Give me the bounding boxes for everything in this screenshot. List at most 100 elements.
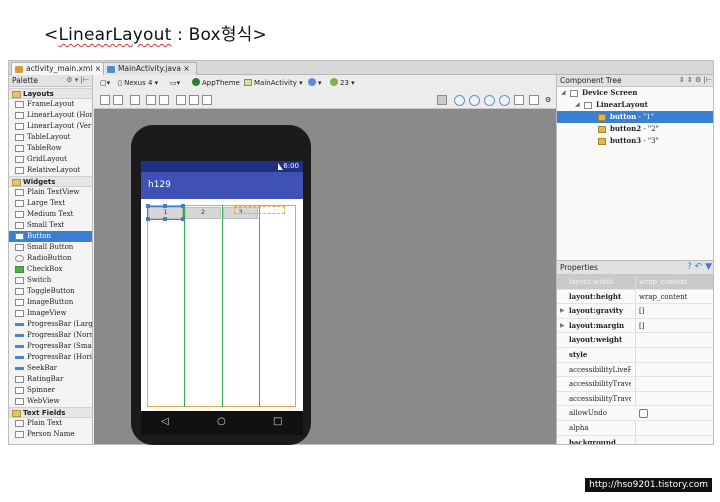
config-dropdown[interactable]: ▢▾ bbox=[100, 78, 110, 89]
property-row[interactable]: style bbox=[557, 347, 713, 363]
pan-icon[interactable] bbox=[437, 95, 447, 105]
palette-category[interactable]: Text Fields bbox=[9, 407, 92, 418]
palette-item[interactable]: TableLayout bbox=[9, 132, 92, 143]
zoom-actual-icon[interactable] bbox=[469, 95, 480, 106]
property-value[interactable] bbox=[635, 333, 713, 348]
property-row[interactable]: layout:width wrap_content bbox=[557, 275, 713, 290]
palette-item[interactable]: Large Text bbox=[9, 198, 92, 209]
property-row[interactable]: allowUndo bbox=[557, 406, 713, 421]
expand-arrow-icon[interactable]: ◢ bbox=[575, 99, 580, 111]
property-row[interactable]: accessibilityLiveReg bbox=[557, 362, 713, 378]
recents-icon[interactable]: □ bbox=[273, 416, 282, 427]
palette-item[interactable]: Medium Text bbox=[9, 209, 92, 220]
property-value[interactable]: [] bbox=[635, 318, 713, 333]
tab-activity-main[interactable]: activity_main.xml × bbox=[11, 62, 109, 75]
grid-icon[interactable] bbox=[130, 95, 140, 105]
tree-node[interactable]: ◢ Device Screen bbox=[557, 87, 713, 99]
palette-item[interactable]: ImageButton bbox=[9, 297, 92, 308]
palette-item[interactable]: TableRow bbox=[9, 143, 92, 154]
orientation-dropdown[interactable]: ▭▾ bbox=[170, 78, 180, 89]
palette-item[interactable]: Small Button bbox=[9, 242, 92, 253]
palette-item[interactable]: ProgressBar (Norm bbox=[9, 330, 92, 341]
palette-item[interactable]: Spinner bbox=[9, 385, 92, 396]
palette-item[interactable]: Plain TextView bbox=[9, 187, 92, 198]
device-dropdown[interactable]: ▯ Nexus 4 ▾ bbox=[118, 78, 158, 89]
settings-gear-icon[interactable]: ⚙ bbox=[545, 95, 551, 106]
property-value[interactable] bbox=[635, 377, 713, 392]
allow-undo-checkbox[interactable] bbox=[639, 409, 648, 419]
palette-item[interactable]: ProgressBar (Horiz bbox=[9, 352, 92, 363]
palette-item[interactable]: ImageView bbox=[9, 308, 92, 319]
palette-item[interactable]: Small Text bbox=[9, 220, 92, 231]
help-icon[interactable]: ? ↶ ▼ bbox=[687, 261, 712, 274]
align-left-icon[interactable] bbox=[176, 95, 186, 105]
property-value[interactable] bbox=[635, 391, 713, 406]
palette-category[interactable]: Widgets bbox=[9, 176, 92, 187]
property-value[interactable] bbox=[635, 347, 713, 362]
expand-arrow-icon[interactable]: ▶ bbox=[560, 319, 565, 333]
property-value[interactable]: [] bbox=[635, 304, 713, 319]
palette-item[interactable]: RelativeLayout bbox=[9, 165, 92, 176]
home-icon[interactable]: ○ bbox=[217, 416, 226, 427]
property-row[interactable]: layout:weight bbox=[557, 333, 713, 348]
api-dropdown[interactable]: 23 ▾ bbox=[330, 78, 355, 89]
locale-dropdown[interactable]: ▾ bbox=[308, 78, 322, 89]
palette-item[interactable]: CheckBox bbox=[9, 264, 92, 275]
expand-arrow-icon[interactable]: ▶ bbox=[560, 304, 565, 318]
palette-item[interactable]: RadioButton bbox=[9, 253, 92, 264]
palette-item[interactable]: SeekBar bbox=[9, 363, 92, 374]
resize-handle[interactable] bbox=[181, 204, 185, 208]
palette-item[interactable]: Button bbox=[9, 231, 92, 242]
tree-options-icon[interactable]: ⇕ ⇕ ⚙ |⊢ bbox=[679, 75, 712, 86]
theme-button[interactable]: AppTheme bbox=[192, 78, 240, 89]
palette-item[interactable]: WebView bbox=[9, 396, 92, 407]
palette-item[interactable]: ProgressBar (Small bbox=[9, 341, 92, 352]
horizontal-layout-icon[interactable] bbox=[100, 95, 110, 105]
gear-icon[interactable]: ⚙ ▾ |⊢ bbox=[66, 75, 89, 86]
palette-item[interactable]: LinearLayout (Horiz bbox=[9, 110, 92, 121]
property-row[interactable]: alpha bbox=[557, 420, 713, 436]
property-value[interactable] bbox=[635, 435, 713, 444]
screenshot-icon[interactable] bbox=[514, 95, 524, 105]
close-icon[interactable]: × bbox=[183, 64, 189, 73]
close-icon[interactable]: × bbox=[95, 64, 101, 73]
zoom-out-icon[interactable] bbox=[499, 95, 510, 106]
property-row[interactable]: accessibilityTravers bbox=[557, 391, 713, 407]
activity-dropdown[interactable]: MainActivity ▾ bbox=[244, 78, 303, 89]
property-value[interactable] bbox=[635, 420, 713, 435]
palette-item[interactable]: RatingBar bbox=[9, 374, 92, 385]
back-icon[interactable]: ◁ bbox=[161, 416, 169, 427]
fill-width-icon[interactable] bbox=[146, 95, 156, 105]
property-row[interactable]: ▶ layout:margin [] bbox=[557, 318, 713, 334]
zoom-in-icon[interactable] bbox=[484, 95, 495, 106]
property-row[interactable]: background bbox=[557, 435, 713, 444]
resize-handle[interactable] bbox=[163, 217, 167, 221]
tree-node[interactable]: button2 - "2" bbox=[557, 123, 713, 135]
palette-item[interactable]: Plain Text bbox=[9, 418, 92, 429]
palette-item[interactable]: Person Name bbox=[9, 429, 92, 440]
property-value[interactable] bbox=[635, 362, 713, 377]
expand-arrow-icon[interactable]: ◢ bbox=[561, 87, 566, 99]
property-row[interactable]: ▶ layout:gravity [] bbox=[557, 304, 713, 319]
vertical-layout-icon[interactable] bbox=[113, 95, 123, 105]
resize-handle[interactable] bbox=[146, 204, 150, 208]
palette-item[interactable]: Switch bbox=[9, 275, 92, 286]
property-value[interactable]: wrap_content bbox=[635, 289, 713, 304]
resize-handle[interactable] bbox=[163, 204, 167, 208]
resize-handle[interactable] bbox=[146, 217, 150, 221]
palette-category[interactable]: Layouts bbox=[9, 88, 92, 99]
palette-item[interactable]: ToggleButton bbox=[9, 286, 92, 297]
property-row[interactable]: accessibilityTravers bbox=[557, 377, 713, 392]
tree-node[interactable]: button3 - "3" bbox=[557, 135, 713, 147]
fill-height-icon[interactable] bbox=[159, 95, 169, 105]
tree-node[interactable]: button - "1" bbox=[557, 111, 713, 123]
palette-item[interactable]: GridLayout bbox=[9, 154, 92, 165]
zoom-fit-icon[interactable] bbox=[454, 95, 465, 106]
align-center-icon[interactable] bbox=[189, 95, 199, 105]
palette-item[interactable]: LinearLayout (Verti bbox=[9, 121, 92, 132]
palette-item[interactable]: ProgressBar (Large bbox=[9, 319, 92, 330]
property-row[interactable]: layout:height wrap_content bbox=[557, 289, 713, 305]
palette-item[interactable]: FrameLayout bbox=[9, 99, 92, 110]
button-2[interactable]: 2 bbox=[185, 207, 221, 219]
align-right-icon[interactable] bbox=[202, 95, 212, 105]
